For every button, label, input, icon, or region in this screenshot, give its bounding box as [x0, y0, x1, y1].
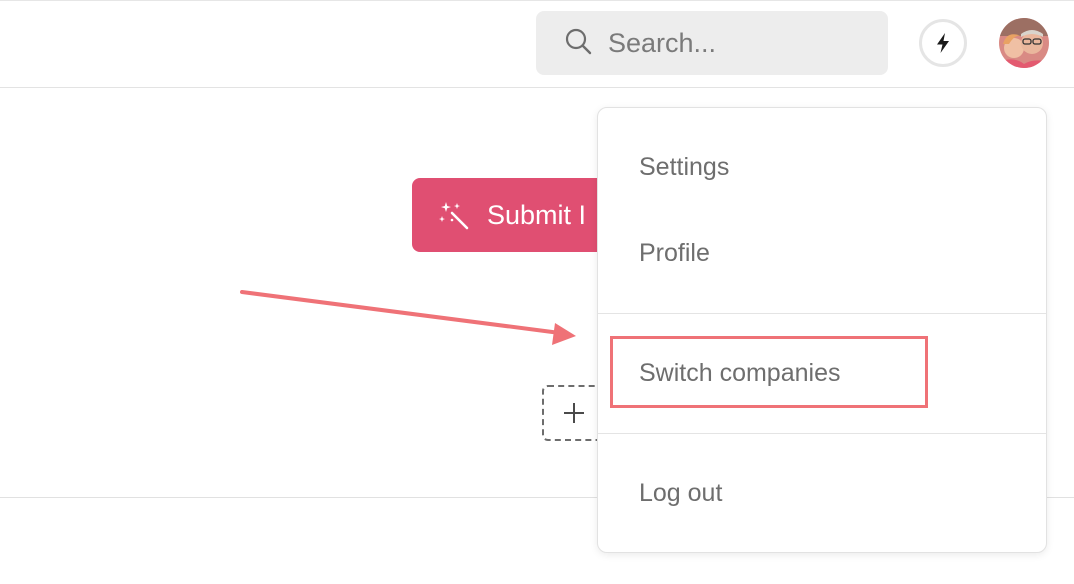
top-header — [0, 0, 1074, 88]
activity-button[interactable] — [919, 19, 967, 67]
menu-divider — [598, 313, 1046, 314]
avatar-image — [999, 18, 1049, 68]
plus-icon — [564, 403, 584, 423]
search-input[interactable] — [608, 25, 868, 61]
submit-button[interactable]: Submit I — [412, 178, 612, 252]
menu-item-profile[interactable]: Profile — [639, 239, 710, 268]
user-dropdown-menu: Settings Profile Switch companies Log ou… — [597, 107, 1047, 553]
menu-item-switch-companies[interactable]: Switch companies — [639, 359, 840, 388]
search-icon — [565, 28, 592, 55]
magic-wand-icon — [439, 202, 469, 230]
submit-button-label: Submit I — [487, 200, 587, 230]
user-avatar[interactable] — [999, 18, 1049, 68]
annotation-arrow — [240, 290, 576, 345]
menu-divider — [598, 433, 1046, 434]
menu-item-log-out[interactable]: Log out — [639, 479, 722, 508]
search-box[interactable] — [536, 11, 888, 75]
menu-item-settings[interactable]: Settings — [639, 153, 729, 182]
lightning-bolt-icon — [937, 33, 949, 53]
